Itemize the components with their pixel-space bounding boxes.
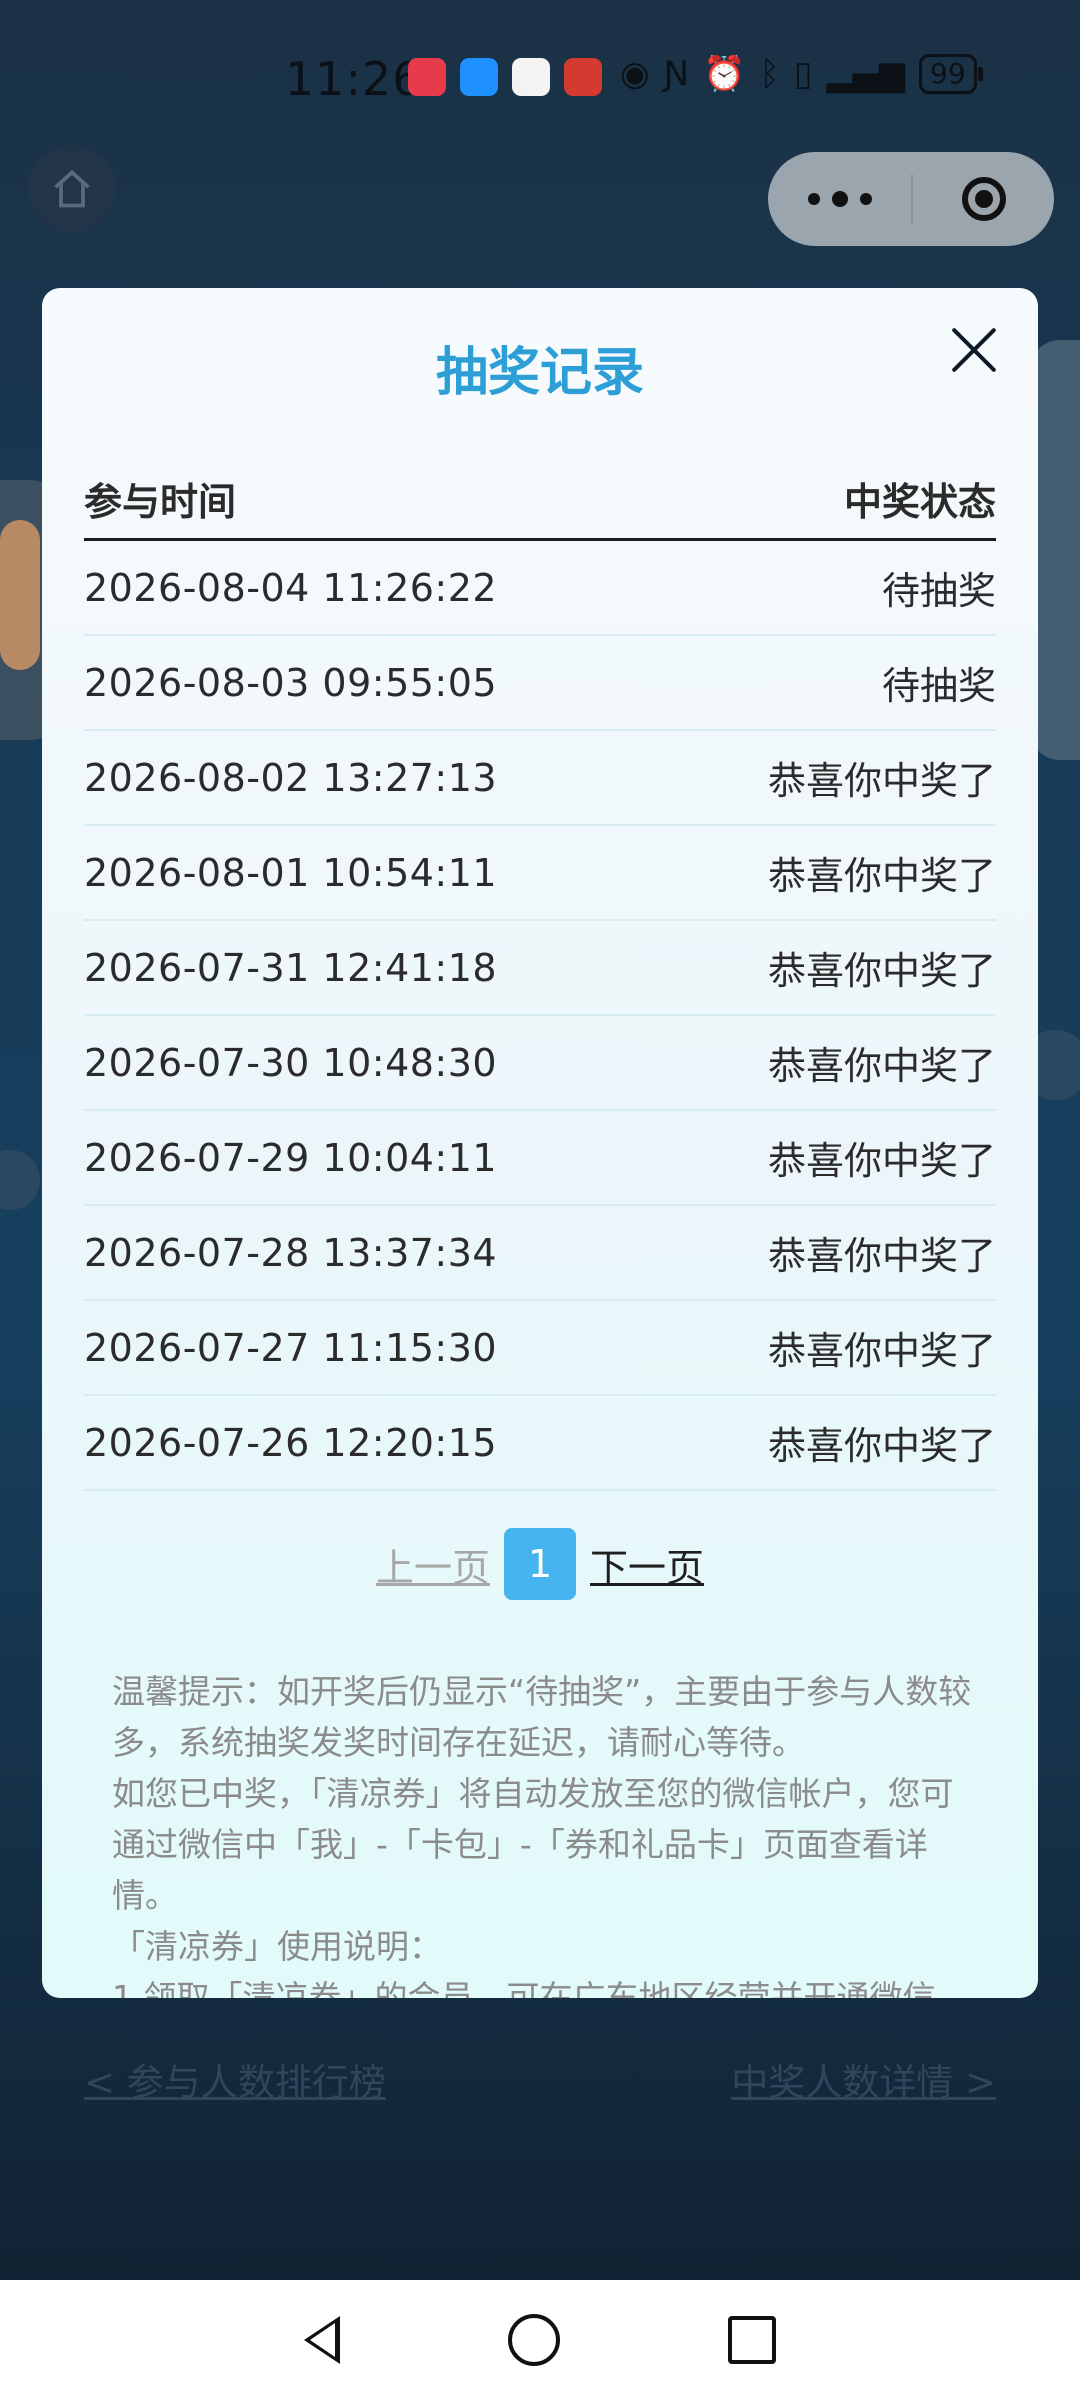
table-header: 参与时间 中奖状态 xyxy=(84,458,996,541)
record-time: 2026-08-03 09:55:05 xyxy=(84,660,498,705)
notice-paragraph: 温馨提示：如开奖后仍显示“待抽奖”，主要由于参与人数较多，系统抽奖发奖时间存在延… xyxy=(112,1672,972,1762)
record-time: 2026-07-31 12:41:18 xyxy=(84,945,498,990)
background-character-arm xyxy=(0,520,40,670)
notice-paragraph: 1.领取「清凉券」的会员，可在广东地区经营并开通微信 xyxy=(112,1978,936,1998)
more-dot-icon xyxy=(831,191,848,207)
notification-app-icon xyxy=(512,58,550,96)
exit-miniprogram-button[interactable] xyxy=(913,177,1054,221)
notification-app-icon xyxy=(408,58,446,96)
target-icon xyxy=(961,177,1006,221)
record-time: 2026-07-28 13:37:34 xyxy=(84,1230,498,1275)
lottery-record-modal: 抽奖记录 参与时间 中奖状态 2026-08-04 11:26:22 待抽奖 2… xyxy=(42,288,1038,1998)
record-time: 2026-07-26 12:20:15 xyxy=(84,1420,498,1465)
table-row: 2026-07-31 12:41:18 恭喜你中奖了 xyxy=(84,921,996,1016)
record-status: 恭喜你中奖了 xyxy=(767,1329,996,1373)
pagination: 上一页 1 下一页 xyxy=(42,1528,1038,1600)
status-time: 11:26 xyxy=(285,52,423,106)
table-row: 2026-07-28 13:37:34 恭喜你中奖了 xyxy=(84,1206,996,1301)
record-status: 待抽奖 xyxy=(881,569,996,613)
record-time: 2026-08-02 13:27:13 xyxy=(84,755,498,800)
more-dot-icon xyxy=(859,193,872,205)
eye-icon: ◉ xyxy=(620,54,650,94)
record-time: 2026-08-01 10:54:11 xyxy=(84,850,498,895)
record-status: 恭喜你中奖了 xyxy=(767,854,996,898)
record-table: 参与时间 中奖状态 2026-08-04 11:26:22 待抽奖 2026-0… xyxy=(84,458,996,1491)
notice-paragraph: 「清凉券」使用说明： xyxy=(112,1927,442,1966)
current-page-button[interactable]: 1 xyxy=(504,1528,576,1600)
record-status: 恭喜你中奖了 xyxy=(767,759,996,803)
table-row: 2026-07-30 10:48:30 恭喜你中奖了 xyxy=(84,1016,996,1111)
back-icon[interactable] xyxy=(304,2316,340,2364)
navigation-bar xyxy=(0,2280,1080,2400)
record-time: 2026-08-04 11:26:22 xyxy=(84,565,498,610)
more-dot-icon xyxy=(807,193,820,205)
table-row: 2026-08-04 11:26:22 待抽奖 xyxy=(84,541,996,636)
record-status: 恭喜你中奖了 xyxy=(767,1424,996,1468)
table-row: 2026-07-27 11:15:30 恭喜你中奖了 xyxy=(84,1301,996,1396)
nfc-icon: Ɲ xyxy=(663,54,690,94)
record-status: 恭喜你中奖了 xyxy=(767,949,996,993)
prev-page-link[interactable]: 上一页 xyxy=(376,1537,490,1592)
record-time: 2026-07-27 11:15:30 xyxy=(84,1325,498,1370)
record-status: 恭喜你中奖了 xyxy=(767,1044,996,1088)
table-row: 2026-08-01 10:54:11 恭喜你中奖了 xyxy=(84,826,996,921)
notification-icons xyxy=(408,58,602,96)
home-button[interactable] xyxy=(28,145,116,233)
alarm-icon: ⏰ xyxy=(703,54,746,94)
table-row: 2026-08-02 13:27:13 恭喜你中奖了 xyxy=(84,731,996,826)
miniprogram-capsule xyxy=(768,152,1054,246)
column-header-time: 参与时间 xyxy=(84,479,237,524)
signal-icon: ▂▄▆ xyxy=(826,54,906,94)
record-time: 2026-07-30 10:48:30 xyxy=(84,1040,498,1085)
bottom-links: < 参与人数排行榜 中奖人数详情 > xyxy=(84,2052,996,2106)
status-bar: 11:26 ◉ Ɲ ⏰ ᛒ ▯ ▂▄▆ 99 xyxy=(0,0,1080,160)
notification-app-icon xyxy=(564,58,602,96)
battery-icon: 99 xyxy=(919,54,983,94)
column-header-status: 中奖状态 xyxy=(843,479,996,524)
home-icon xyxy=(54,170,90,208)
notice-text: 温馨提示：如开奖后仍显示“待抽奖”，主要由于参与人数较多，系统抽奖发奖时间存在延… xyxy=(112,1666,978,1998)
modal-title: 抽奖记录 xyxy=(435,343,644,403)
system-icons: ◉ Ɲ ⏰ ᛒ ▯ ▂▄▆ 99 xyxy=(620,54,983,94)
notification-app-icon xyxy=(460,58,498,96)
recent-apps-icon[interactable] xyxy=(728,2316,776,2364)
next-page-link[interactable]: 下一页 xyxy=(590,1537,704,1592)
winner-details-link[interactable]: 中奖人数详情 > xyxy=(731,2052,996,2106)
bluetooth-icon: ᛒ xyxy=(759,54,780,94)
record-status: 恭喜你中奖了 xyxy=(767,1139,996,1183)
record-time: 2026-07-29 10:04:11 xyxy=(84,1135,498,1180)
table-row: 2026-07-26 12:20:15 恭喜你中奖了 xyxy=(84,1396,996,1491)
participant-ranking-link[interactable]: < 参与人数排行榜 xyxy=(84,2052,386,2106)
table-row: 2026-07-29 10:04:11 恭喜你中奖了 xyxy=(84,1111,996,1206)
vibrate-icon: ▯ xyxy=(793,54,813,94)
close-icon[interactable] xyxy=(950,326,998,374)
more-button[interactable] xyxy=(768,152,911,246)
record-status: 恭喜你中奖了 xyxy=(767,1234,996,1278)
table-row: 2026-08-03 09:55:05 待抽奖 xyxy=(84,636,996,731)
home-circle-icon[interactable] xyxy=(508,2314,560,2366)
notice-paragraph: 如您已中奖，「清凉券」将自动发放至您的微信帐户，您可通过微信中「我」-「卡包」-… xyxy=(112,1774,954,1915)
record-status: 待抽奖 xyxy=(881,664,996,708)
